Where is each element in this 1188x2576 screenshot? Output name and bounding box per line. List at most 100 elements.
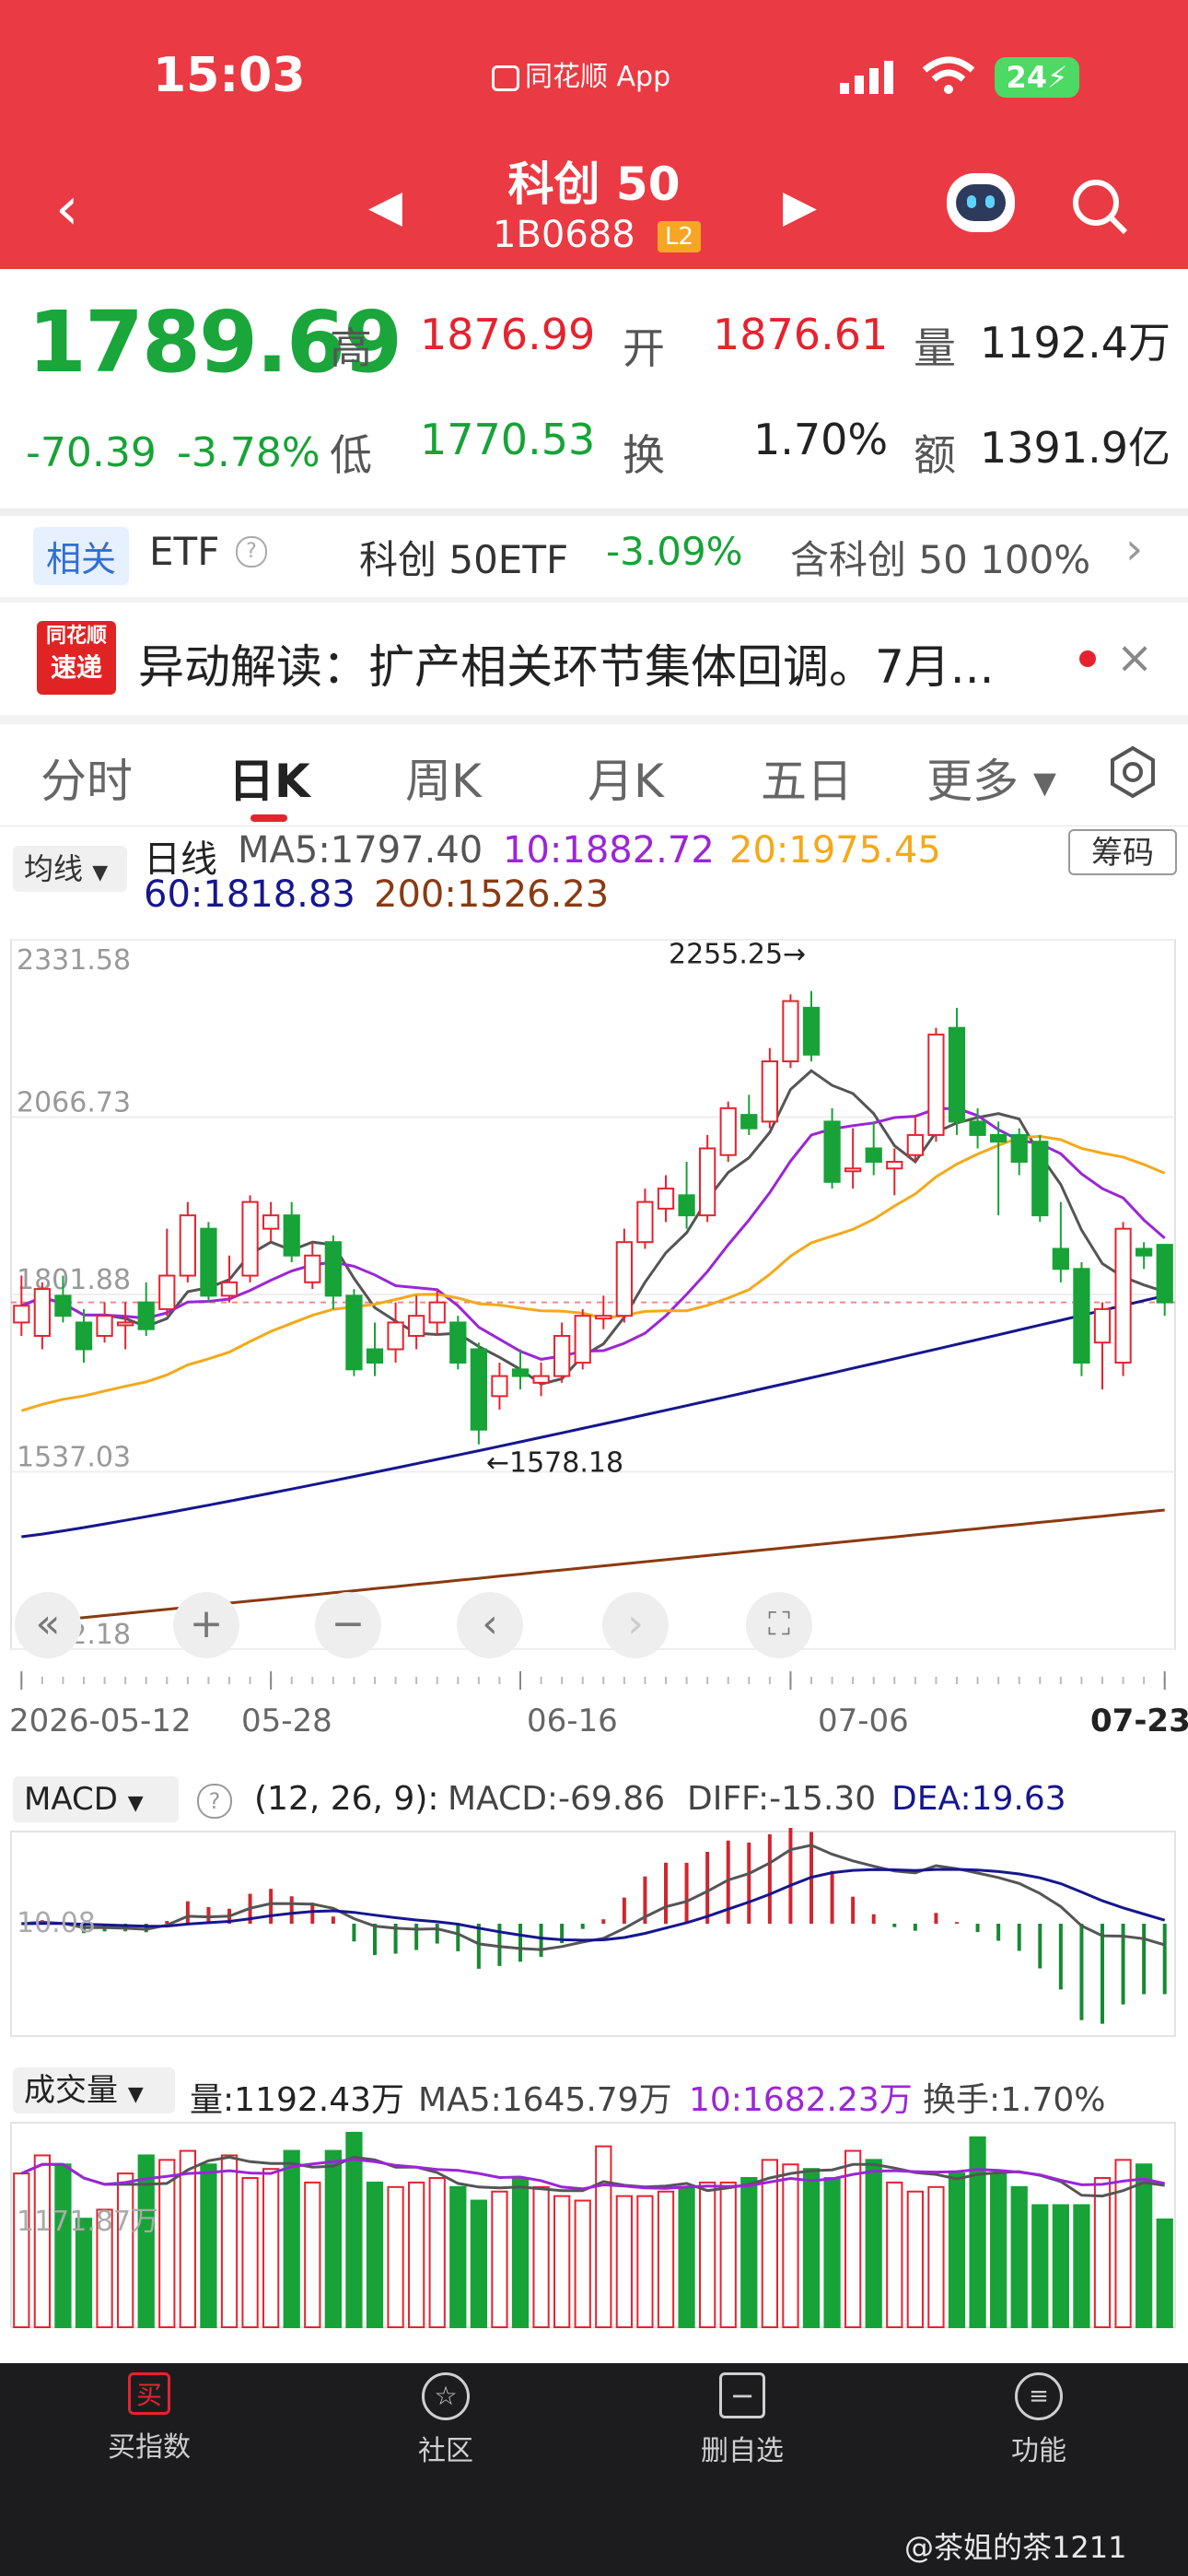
candle-body <box>1073 1268 1090 1364</box>
volume-bar <box>969 2136 986 2329</box>
volume-bar <box>117 2172 134 2328</box>
ma60-value: 60:1818.83 <box>144 873 355 916</box>
volume-bar <box>283 2149 300 2328</box>
volume-bar <box>408 2181 425 2328</box>
candle-body <box>761 1060 778 1123</box>
price-tick-label: 2331.58 <box>17 944 131 977</box>
candle-body <box>657 1188 675 1210</box>
macd-value: MACD:-69.86 <box>448 1780 666 1818</box>
robot-assistant-icon[interactable] <box>947 173 1015 232</box>
open-label: 开 <box>623 323 665 373</box>
turnover-label: 换 <box>623 430 665 480</box>
volume-bar <box>1031 2204 1049 2328</box>
candle-body <box>491 1375 508 1398</box>
fullscreen-icon[interactable]: ⛶ <box>746 1592 812 1658</box>
volume-bar <box>137 2154 155 2328</box>
candle-body <box>262 1214 280 1230</box>
macd-params: (12, 26, 9): <box>254 1780 439 1818</box>
news-banner[interactable]: 同花顺 速递 异动解读：扩产相关环节集体回调。7月... × <box>0 603 1188 713</box>
zoom-out-button[interactable]: − <box>315 1592 381 1658</box>
candle-body <box>33 1288 51 1337</box>
help-icon[interactable]: ? <box>236 536 267 568</box>
chips-button[interactable]: 筹码 <box>1068 829 1177 875</box>
volume-ma5: MA5:1645.79万 <box>418 2081 672 2119</box>
scroll-right-icon[interactable]: › <box>602 1592 669 1658</box>
tab-4[interactable]: 五日 <box>761 744 853 811</box>
candle-body <box>1136 1247 1153 1257</box>
low-value: 1770.53 <box>420 415 596 464</box>
candle-body <box>699 1147 716 1217</box>
low-label: 低 <box>330 430 372 480</box>
high-annotation: 2255.25→ <box>669 939 806 971</box>
active-tab-indicator <box>250 814 287 822</box>
close-icon[interactable]: × <box>1116 632 1153 684</box>
candle-body <box>241 1200 259 1277</box>
chevron-down-icon: ▼ <box>92 861 109 884</box>
candle-body <box>823 1120 841 1183</box>
search-icon[interactable] <box>1070 177 1131 241</box>
nav-community[interactable]: ☆ 社区 <box>363 2372 529 2468</box>
macd-axis-label: 10.08 <box>17 1907 96 1939</box>
candle-body <box>595 1315 612 1320</box>
volume-bar <box>491 2190 508 2328</box>
scroll-left-icon[interactable]: ‹ <box>457 1592 523 1658</box>
nav-functions[interactable]: ≡ 功能 <box>956 2372 1122 2468</box>
ma200-value: 200:1526.23 <box>374 873 610 916</box>
related-etf-row[interactable]: 相关 ETF ? 科创 50ETF -3.09% 含科创 50 100% › <box>0 516 1188 593</box>
amount-value: 1391.9亿 <box>980 423 1171 473</box>
candlestick-chart[interactable]: 2331.582066.731801.881537.031272.182255.… <box>0 912 1188 1787</box>
candle-body <box>200 1227 217 1297</box>
volume-selector[interactable]: 成交量 ▼ <box>13 2067 175 2113</box>
macd-selector[interactable]: MACD ▼ <box>13 1776 179 1822</box>
volume-bar <box>927 2185 945 2329</box>
signal-icon <box>840 59 899 100</box>
candle-body <box>782 1000 799 1062</box>
candle-body <box>470 1348 487 1431</box>
ma60-line <box>21 1294 1166 1539</box>
ma-selector[interactable]: 均线 ▼ <box>13 846 127 892</box>
candle-body <box>179 1214 196 1277</box>
volume-bar <box>33 2154 51 2328</box>
volume-bar <box>761 2159 778 2329</box>
volume-bar <box>428 2177 446 2328</box>
volume-bar <box>678 2185 695 2329</box>
help-icon[interactable]: ? <box>197 1784 232 1819</box>
volume-bar <box>1114 2159 1132 2329</box>
next-stock-icon[interactable]: ▶ <box>783 181 817 232</box>
scroll-left-far-icon[interactable]: « <box>15 1592 81 1658</box>
zoom-in-button[interactable]: + <box>173 1592 239 1658</box>
volume-bar <box>553 2195 571 2328</box>
nav-remove-watchlist[interactable]: − 删自选 <box>659 2372 825 2468</box>
volume-bar <box>179 2149 196 2328</box>
candle-body <box>345 1294 363 1371</box>
chevron-down-icon: ▼ <box>127 1792 144 1815</box>
volume-bar <box>823 2177 841 2328</box>
volume-bar <box>948 2172 966 2328</box>
volume-turnover: 换手:1.70% <box>923 2081 1106 2119</box>
battery-icon: 24⚡ <box>995 57 1079 98</box>
macd-frame <box>10 1831 1176 2037</box>
candle-body <box>865 1147 882 1164</box>
volume-bar <box>865 2159 882 2329</box>
candle-body <box>636 1200 654 1244</box>
volume-bar <box>449 2185 467 2329</box>
settings-icon[interactable] <box>1105 744 1160 803</box>
volume-bar <box>1136 2163 1153 2329</box>
tab-3[interactable]: 月K <box>588 744 664 811</box>
candle-body <box>511 1368 530 1377</box>
menu-icon: ≡ <box>1015 2372 1063 2420</box>
candle-body <box>948 1026 966 1123</box>
volume-bar <box>13 2172 30 2328</box>
volume-bar <box>54 2163 72 2329</box>
candle-body <box>678 1194 695 1217</box>
tab-5[interactable]: 更多 ▾ <box>926 744 1056 811</box>
tab-0[interactable]: 分时 <box>41 744 133 811</box>
tab-1[interactable]: 日K <box>228 744 310 811</box>
nav-buy-index[interactable]: 买 买指数 <box>66 2372 232 2465</box>
macd-chart <box>10 1828 1176 2037</box>
candle-body <box>886 1161 903 1170</box>
tab-2[interactable]: 周K <box>405 744 482 811</box>
volume-bar <box>615 2195 633 2328</box>
candle-body <box>1010 1133 1028 1164</box>
level-badge: L2 <box>658 221 702 252</box>
